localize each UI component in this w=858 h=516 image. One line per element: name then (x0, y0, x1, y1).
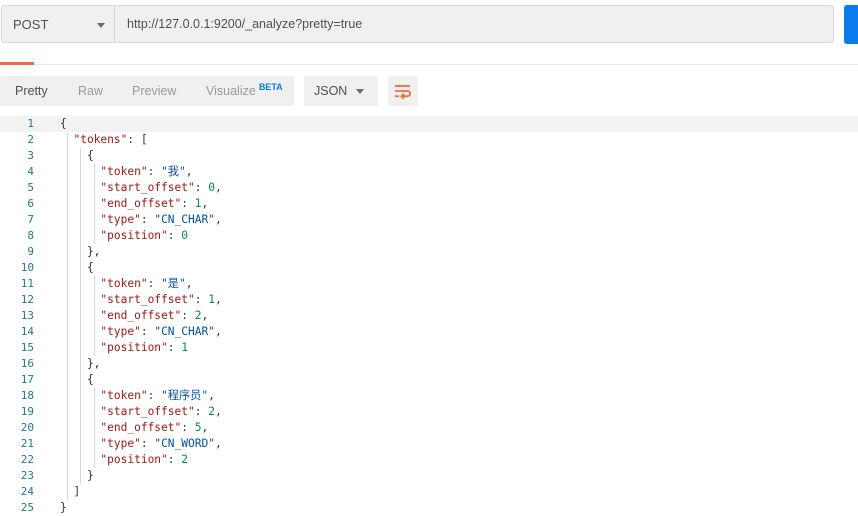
code-text: "end_offset": 2, (100, 309, 209, 322)
line-number: 13 (20, 309, 34, 322)
code-text: "start_offset": 1, (100, 293, 222, 306)
wrap-lines-icon (395, 85, 411, 99)
line-number: 18 (20, 389, 34, 402)
code-line: 20 "end_offset": 5, (0, 420, 858, 436)
line-number: 16 (20, 357, 34, 370)
line-number: 4 (27, 165, 34, 178)
url-text: http://127.0.0.1:9200/_analyze?pretty=tr… (127, 17, 363, 31)
code-text: "start_offset": 2, (100, 405, 222, 418)
line-number: 6 (27, 197, 34, 210)
response-body[interactable]: 1{2 "tokens": [3 {4 "token": "我", 5 "star… (0, 116, 858, 514)
code-line: 19 "start_offset": 2, (0, 404, 858, 420)
code-line: 10 { (0, 260, 858, 276)
code-text: } (60, 469, 94, 482)
code-text: "type": "CN_CHAR", (100, 213, 222, 226)
code-line: 22 "position": 2 (0, 452, 858, 468)
line-number: 12 (20, 293, 34, 306)
code-line: 21 "type": "CN_WORD", (0, 436, 858, 452)
response-view-tabs: Pretty Raw Preview Visualize BETA (0, 76, 294, 106)
line-number: 9 (27, 245, 34, 258)
line-number: 23 (20, 469, 34, 482)
code-line: 12 "start_offset": 1, (0, 292, 858, 308)
line-number: 24 (20, 485, 34, 498)
code-text: { (60, 117, 67, 130)
code-line: 16 }, (0, 356, 858, 372)
code-line: 3 { (0, 148, 858, 164)
format-select[interactable]: JSON (304, 76, 378, 106)
line-number: 17 (20, 373, 34, 386)
code-line: 13 "end_offset": 2, (0, 308, 858, 324)
section-divider (0, 64, 858, 65)
code-line: 5 "start_offset": 0, (0, 180, 858, 196)
code-text: "token": "程序员", (100, 389, 215, 402)
method-label: POST (13, 17, 49, 32)
tab-visualize-label: Visualize (206, 84, 256, 98)
method-select[interactable]: POST (1, 5, 115, 43)
code-line: 9 }, (0, 244, 858, 260)
send-button[interactable] (844, 5, 858, 44)
code-text: "end_offset": 5, (100, 421, 209, 434)
code-text: "type": "CN_WORD", (100, 437, 222, 450)
tab-visualize[interactable]: Visualize BETA (206, 82, 283, 98)
code-line: 4 "token": "我", (0, 164, 858, 180)
indent-guide (80, 148, 81, 484)
line-number: 14 (20, 325, 34, 338)
code-line: 1{ (0, 116, 858, 132)
format-label: JSON (314, 84, 348, 98)
code-line: 24 ] (0, 484, 858, 500)
code-line: 17 { (0, 372, 858, 388)
line-number: 8 (27, 229, 34, 242)
code-text: "tokens": [ (73, 133, 148, 146)
line-number: 5 (27, 181, 34, 194)
line-number: 11 (20, 277, 34, 290)
code-text: { (60, 149, 94, 162)
chevron-down-icon (97, 23, 105, 28)
code-line: 7 "type": "CN_CHAR", (0, 212, 858, 228)
beta-badge: BETA (258, 82, 283, 92)
code-line: 11 "token": "是", (0, 276, 858, 292)
line-number: 7 (27, 213, 34, 226)
request-bar: POST http://127.0.0.1:9200/_analyze?pret… (0, 5, 858, 45)
line-number: 20 (20, 421, 34, 434)
code-text: "type": "CN_CHAR", (100, 325, 222, 338)
code-line: 15 "position": 1 (0, 340, 858, 356)
indent-guide (67, 132, 68, 500)
code-line: 6 "end_offset": 1, (0, 196, 858, 212)
line-number: 1 (27, 117, 34, 130)
url-input[interactable]: http://127.0.0.1:9200/_analyze?pretty=tr… (115, 5, 834, 43)
code-text: ] (60, 485, 81, 498)
code-text: "start_offset": 0, (100, 181, 222, 194)
indent-guide (94, 276, 95, 356)
indent-guide (94, 164, 95, 244)
line-number: 3 (27, 149, 34, 162)
active-tab-indicator (0, 62, 34, 65)
tab-raw[interactable]: Raw (78, 84, 103, 98)
code-text: { (60, 373, 94, 386)
tab-preview[interactable]: Preview (132, 84, 176, 98)
line-number: 2 (27, 133, 34, 146)
indent-guide (94, 388, 95, 468)
tab-pretty[interactable]: Pretty (15, 84, 48, 98)
code-line: 2 "tokens": [ (0, 132, 858, 148)
chevron-down-icon (356, 89, 364, 94)
line-number: 15 (20, 341, 34, 354)
line-number: 19 (20, 405, 34, 418)
code-line: 14 "type": "CN_CHAR", (0, 324, 858, 340)
code-line: 8 "position": 0 (0, 228, 858, 244)
line-number: 22 (20, 453, 34, 466)
wrap-lines-button[interactable] (388, 76, 418, 106)
line-number: 10 (20, 261, 34, 274)
code-line: 18 "token": "程序员", (0, 388, 858, 404)
line-number: 21 (20, 437, 34, 450)
code-text: { (60, 261, 94, 274)
code-text: "end_offset": 1, (100, 197, 209, 210)
code-line: 23 } (0, 468, 858, 484)
